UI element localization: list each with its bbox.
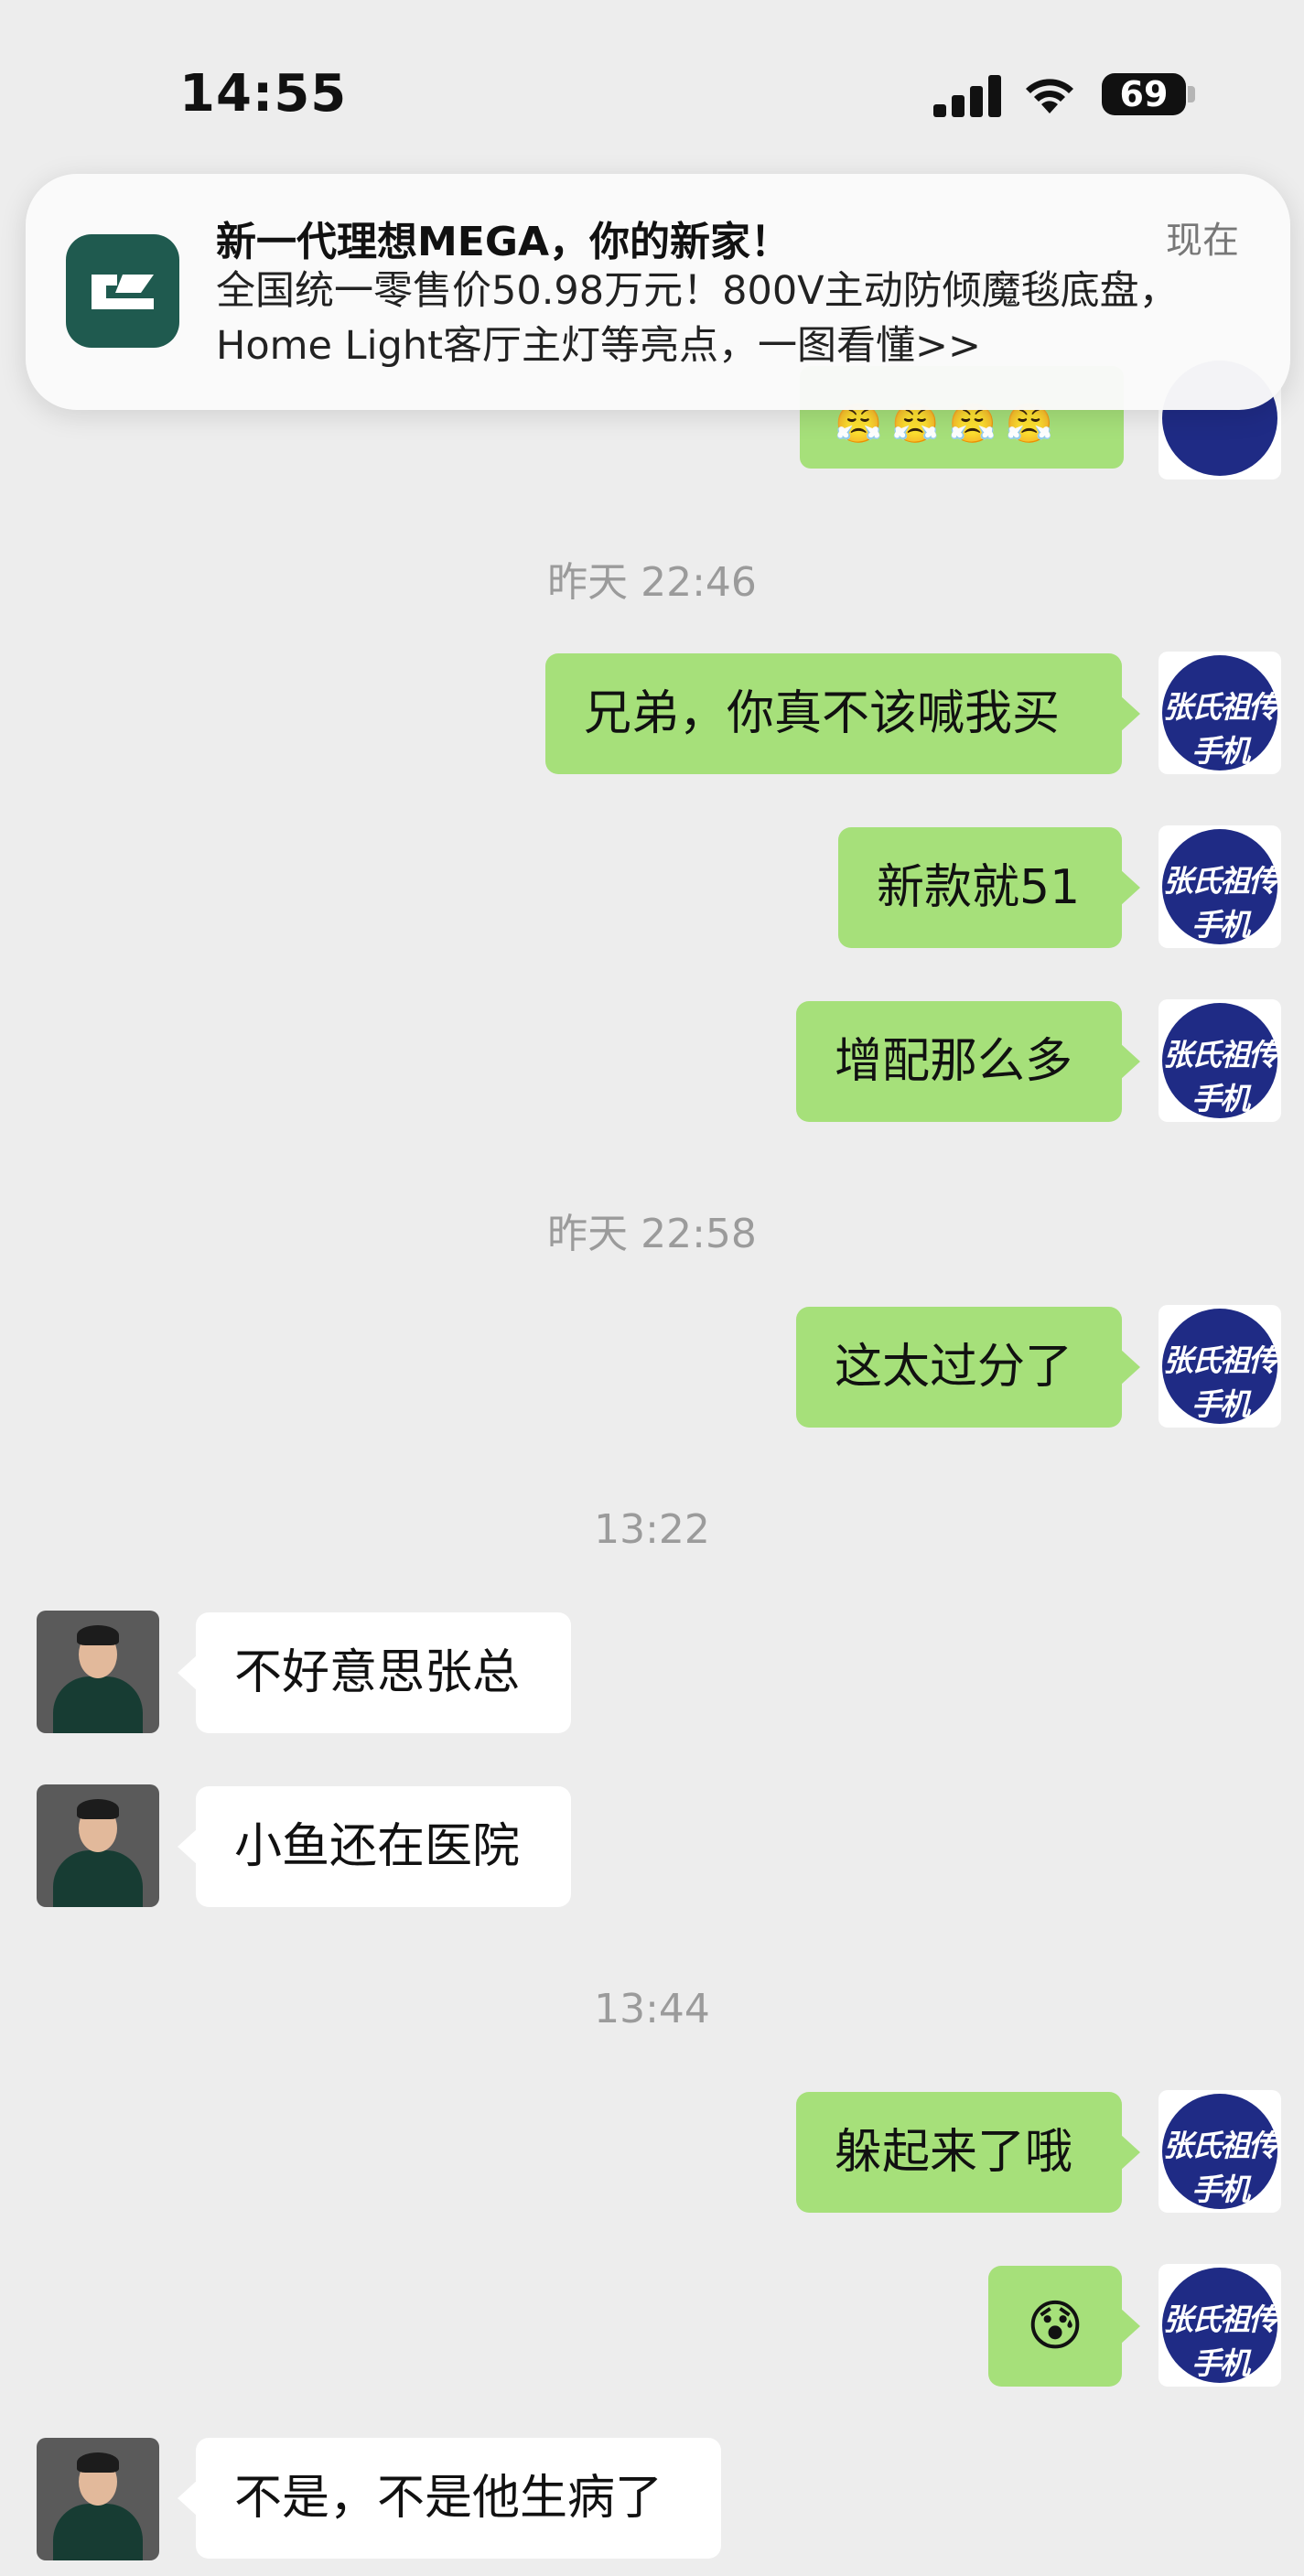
notification-banner[interactable]: 新一代理想MEGA，你的新家！ 现在 全国统一零售价50.98万元！800V主动… xyxy=(26,174,1290,410)
avatar-hair xyxy=(77,2452,119,2473)
my-avatar[interactable]: 张氏祖传手机 xyxy=(1159,2264,1281,2387)
my-avatar[interactable]: 张氏祖传手机 xyxy=(1159,652,1281,774)
timestamp: 昨天 22:58 xyxy=(547,1211,757,1257)
notification-time: 现在 xyxy=(1166,220,1239,262)
timestamp: 昨天 22:46 xyxy=(547,559,757,606)
message-bubble-outgoing[interactable]: 这太过分了 xyxy=(796,1307,1140,1428)
avatar-logo-text: 张氏祖传手机 xyxy=(1163,1037,1278,1116)
timestamp: 13:22 xyxy=(594,1506,710,1553)
battery-icon: 69 xyxy=(1102,73,1186,115)
message-bubble-incoming[interactable]: 不是，不是他生病了 xyxy=(178,2438,721,2559)
battery-tip xyxy=(1188,86,1195,102)
message-bubble-incoming[interactable]: 不好意思张总 xyxy=(178,1612,571,1733)
avatar-hair xyxy=(77,1625,119,1645)
avatar-shirt xyxy=(53,1850,143,1907)
message-bubble-outgoing[interactable]: 增配那么多 xyxy=(796,1001,1140,1122)
avatar-logo-text: 张氏祖传手机 xyxy=(1163,2301,1278,2381)
li-auto-app-icon xyxy=(66,234,179,348)
my-avatar[interactable]: 张氏祖传手机 xyxy=(1159,2090,1281,2213)
contact-avatar[interactable] xyxy=(37,2438,159,2560)
message-bubble-incoming[interactable]: 小鱼还在医院 xyxy=(178,1786,571,1907)
status-bar: 14:55 69 xyxy=(0,0,1304,183)
my-avatar[interactable]: 张氏祖传手机 xyxy=(1159,999,1281,1122)
avatar-logo-text: 张氏祖传手机 xyxy=(1163,689,1278,769)
wifi-icon xyxy=(1026,79,1073,113)
avatar-logo-text: 张氏祖传手机 xyxy=(1163,1342,1278,1422)
notification-body: 全国统一零售价50.98万元！800V主动防倾魔毯底盘，Home Light客厅… xyxy=(216,268,1179,369)
avatar-logo-text: 张氏祖传手机 xyxy=(1163,2128,1278,2207)
avatar-logo-text: 张氏祖传手机 xyxy=(1163,863,1278,943)
my-avatar[interactable]: 张氏祖传手机 xyxy=(1159,825,1281,948)
my-avatar[interactable]: 张氏祖传手机 xyxy=(1159,1305,1281,1428)
message-bubble-outgoing-emoji[interactable]: 😰 xyxy=(988,2266,1140,2387)
avatar-shirt xyxy=(53,2504,143,2560)
timestamp: 13:44 xyxy=(594,1986,710,2032)
contact-avatar[interactable] xyxy=(37,1784,159,1907)
message-bubble-outgoing[interactable]: 躲起来了哦 xyxy=(796,2092,1140,2213)
message-bubble-outgoing[interactable]: 兄弟，你真不该喊我买 xyxy=(545,653,1140,774)
avatar-shirt xyxy=(53,1676,143,1733)
message-bubble-outgoing[interactable]: 新款就51 xyxy=(838,827,1140,948)
cellular-signal-icon xyxy=(933,75,1001,117)
contact-avatar[interactable] xyxy=(37,1611,159,1733)
status-time: 14:55 xyxy=(179,64,348,124)
notification-title: 新一代理想MEGA，你的新家！ xyxy=(216,219,792,265)
li-auto-logo-icon xyxy=(92,275,154,309)
avatar-hair xyxy=(77,1799,119,1819)
